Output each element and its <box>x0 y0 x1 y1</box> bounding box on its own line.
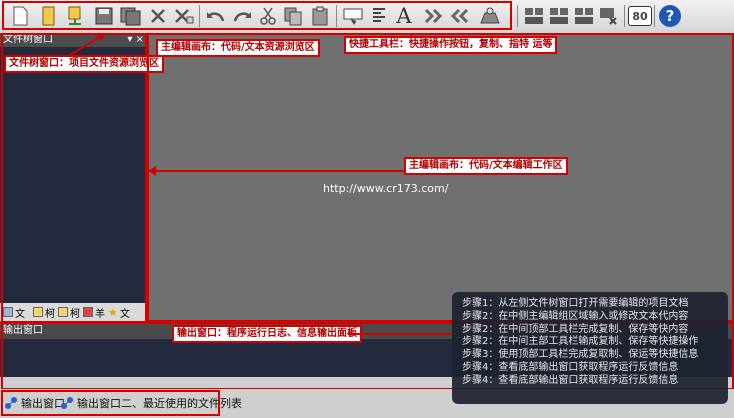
editor-highlight <box>147 33 734 322</box>
zoom-80-icon[interactable]: 80 <box>628 4 652 28</box>
save-all-icon[interactable] <box>119 4 143 28</box>
undo-icon[interactable] <box>204 4 228 28</box>
toolbar-annotation: 快捷工具栏：快捷操作按钮，复制、指特 运等 <box>344 36 558 54</box>
step-item: 步骤2：在中间顶部工具栏完成复制、保存等快内容 <box>462 323 689 335</box>
steps-overlay: 步骤1：从左侧文件树窗口打开需要编辑的项目文档 步骤2：在中侧主编辑组区域输入或… <box>452 292 728 404</box>
new-file-icon[interactable] <box>8 4 32 28</box>
step-item: 步骤3：使用顶部工具栏完成复取制、保运等快捷信息 <box>462 349 699 361</box>
help-icon[interactable]: ? <box>658 4 682 28</box>
step-item: 步骤1：从左侧文件树窗口打开需要编辑的项目文档 <box>462 298 689 309</box>
help-label: ? <box>659 5 681 27</box>
build-icon[interactable] <box>522 4 546 28</box>
editor-annotation-arrow <box>152 170 404 172</box>
outdent-icon[interactable] <box>447 4 471 28</box>
stop-icon[interactable] <box>597 4 621 28</box>
toolbar: A 80 ? <box>0 0 734 34</box>
arrow-head-icon <box>148 166 156 176</box>
paste-icon[interactable] <box>308 4 332 28</box>
close-all-icon[interactable] <box>172 4 196 28</box>
indent-icon[interactable] <box>422 4 446 28</box>
cut-icon[interactable] <box>256 4 280 28</box>
step-item: 步骤4：查看底部输出窗口获取程序运行反馈信息 <box>462 374 679 386</box>
output-icon <box>61 397 73 409</box>
copy-icon[interactable] <box>281 4 305 28</box>
tab-output-2[interactable]: 输出窗口二、最近使用的文件列表 <box>60 392 242 414</box>
editor-annotation-mid: 主编辑画布：代码/文本编辑工作区 <box>404 157 568 175</box>
file-tree-highlight <box>1 33 147 323</box>
find-icon[interactable] <box>341 4 365 28</box>
toolbar-annotation-connector <box>410 33 412 37</box>
redo-icon[interactable] <box>230 4 254 28</box>
compile-icon[interactable] <box>478 4 502 28</box>
run-icon[interactable] <box>547 4 571 28</box>
tab-label: 输出窗口二、最近使用的文件列表 <box>77 397 242 410</box>
step-item: 步骤4：查看底部输出窗口获取程序运行反馈信息 <box>462 361 679 373</box>
output-icon <box>5 397 17 409</box>
open-project-icon[interactable] <box>63 4 87 28</box>
font-icon[interactable]: A <box>392 4 416 28</box>
zoom-80-label: 80 <box>628 6 652 26</box>
close-icon[interactable] <box>146 4 170 28</box>
step-item: 步骤2：在中间主部工具栏输成复制、保存等快捷操作 <box>462 336 699 348</box>
editor-annotation-top: 主编辑画布：代码/文本资源浏览区 <box>156 39 320 57</box>
file-tree-annotation-arrow <box>69 33 106 56</box>
save-icon[interactable] <box>92 4 116 28</box>
format-icon[interactable] <box>367 4 391 28</box>
debug-icon[interactable] <box>572 4 596 28</box>
open-folder-icon[interactable] <box>37 4 61 28</box>
tab-output-1[interactable]: 输出窗口 <box>4 392 65 414</box>
tab-label: 输出窗口 <box>21 397 65 410</box>
step-item: 步骤2：在中侧主编辑组区域输入或修改文本代内容 <box>462 310 689 322</box>
